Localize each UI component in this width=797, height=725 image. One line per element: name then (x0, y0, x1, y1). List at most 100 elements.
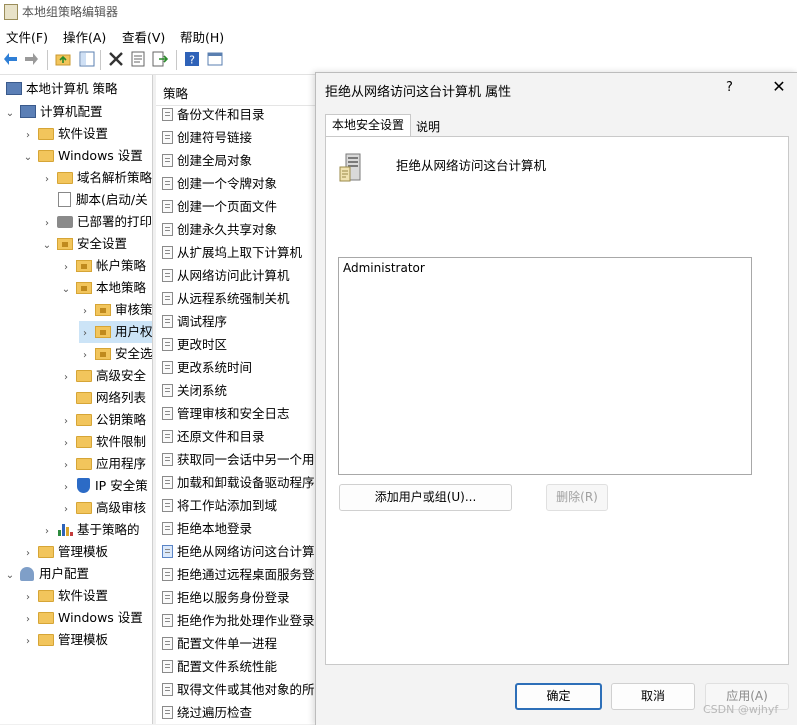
chevron-right-icon[interactable]: › (41, 521, 53, 543)
ok-button[interactable]: 确定 (515, 683, 602, 710)
policy-list-item[interactable]: 还原文件和目录 (162, 426, 265, 448)
tree-node-dns-policy[interactable]: › 域名解析策略 (41, 167, 152, 189)
tree-node-user-software-settings[interactable]: › 软件设置 (22, 585, 108, 607)
policy-list-item[interactable]: 创建永久共享对象 (162, 219, 277, 241)
tab-explain[interactable]: 说明 (410, 117, 446, 137)
chevron-right-icon[interactable]: › (60, 411, 72, 433)
chevron-right-icon[interactable]: › (41, 213, 53, 235)
tree-node-local-policy[interactable]: 本地计算机 策略 (2, 78, 117, 100)
policy-list-item[interactable]: 获取同一会话中另一个用 (162, 449, 315, 471)
tree-node-policy-based-qos[interactable]: › 基于策略的 (41, 519, 140, 541)
policy-list-item[interactable]: 创建一个令牌对象 (162, 173, 277, 195)
policy-list-item[interactable]: 更改时区 (162, 334, 227, 356)
add-user-or-group-button[interactable]: 添加用户或组(U)... (339, 484, 512, 511)
tree-node-scripts[interactable]: 脚本(启动/关 (53, 189, 148, 211)
tree-node-network-list[interactable]: 网络列表 (72, 387, 146, 409)
chevron-right-icon[interactable]: › (41, 169, 53, 191)
properties-icon[interactable] (130, 51, 146, 67)
column-header-policy[interactable]: 策略 (163, 83, 188, 102)
tree-node-windows-settings[interactable]: ⌄ Windows 设置 (22, 145, 143, 167)
forward-arrow-icon[interactable] (23, 51, 39, 67)
chevron-right-icon[interactable]: › (79, 345, 91, 367)
menu-view[interactable]: 查看(V) (122, 27, 165, 46)
menu-action[interactable]: 操作(A) (63, 27, 106, 46)
policy-list-item[interactable]: 拒绝通过远程桌面服务登 (162, 564, 315, 586)
help-icon[interactable]: ? (184, 51, 200, 67)
chevron-right-icon[interactable]: › (22, 631, 34, 653)
chevron-right-icon[interactable]: › (79, 301, 91, 323)
policy-list-item[interactable]: 取得文件或其他对象的所 (162, 679, 315, 701)
policy-list-item[interactable]: 拒绝从网络访问这台计算 (162, 541, 315, 563)
chevron-right-icon[interactable]: › (60, 455, 72, 477)
policy-list-item[interactable]: 配置文件系统性能 (162, 656, 277, 678)
policy-list-item[interactable]: 从网络访问此计算机 (162, 265, 290, 287)
tree-node-printers[interactable]: › 已部署的打印 (41, 211, 152, 233)
tree-node-advanced-audit[interactable]: › 高级审核 (60, 497, 146, 519)
chevron-right-icon[interactable]: › (79, 323, 91, 345)
policy-list-item[interactable]: 创建符号链接 (162, 127, 252, 149)
tree-node-public-key[interactable]: › 公钥策略 (60, 409, 146, 431)
help-button[interactable]: ? (726, 80, 733, 95)
policy-list-item[interactable]: 拒绝作为批处理作业登录 (162, 610, 315, 632)
chevron-down-icon[interactable]: ⌄ (22, 147, 34, 169)
tree-node-application-control[interactable]: › 应用程序 (60, 453, 146, 475)
tree-pane[interactable]: 本地计算机 策略 ⌄ 计算机配置 › 软件设置 ⌄ Windows 设置 › 域名解析策… (0, 75, 153, 724)
tree-node-user-windows-settings[interactable]: › Windows 设置 (22, 607, 143, 629)
tab-local-security-setting[interactable]: 本地安全设置 (325, 114, 412, 138)
tree-node-user-admin-templates[interactable]: › 管理模板 (22, 629, 108, 651)
cancel-button[interactable]: 取消 (611, 683, 695, 710)
tree-node-software-restriction[interactable]: › 软件限制 (60, 431, 146, 453)
policy-list-item[interactable]: 创建全局对象 (162, 150, 252, 172)
policy-list-pane[interactable]: 策略 备份文件和目录 创建符号链接 创建全局对象 创建一个令牌对象 创建一个页面文件 创建… (156, 75, 316, 724)
chevron-down-icon[interactable]: ⌄ (4, 565, 16, 587)
back-arrow-icon[interactable] (3, 51, 19, 67)
policy-list-item[interactable]: 加载和卸载设备驱动程序 (162, 472, 315, 494)
up-folder-icon[interactable] (55, 51, 71, 67)
chevron-right-icon[interactable]: › (22, 609, 34, 631)
policy-list-item[interactable]: 更改系统时间 (162, 357, 252, 379)
tree-node-local-policies[interactable]: ⌄ 本地策略 (60, 277, 146, 299)
tree-node-security-settings[interactable]: ⌄ 安全设置 (41, 233, 127, 255)
tree-node-advanced-security[interactable]: › 高级安全 (60, 365, 146, 387)
chevron-down-icon[interactable]: ⌄ (4, 103, 16, 125)
tree-node-account-policy[interactable]: › 帐户策略 (60, 255, 146, 277)
policy-list-item[interactable]: 绕过遍历检查 (162, 702, 252, 724)
chevron-down-icon[interactable]: ⌄ (60, 279, 72, 301)
policy-list-item[interactable]: 关闭系统 (162, 380, 227, 402)
show-tree-icon[interactable] (79, 51, 95, 67)
policy-list-item[interactable]: 管理审核和安全日志 (162, 403, 290, 425)
policy-list-item[interactable]: 拒绝本地登录 (162, 518, 252, 540)
tree-node-computer-config[interactable]: ⌄ 计算机配置 (4, 101, 103, 123)
policy-list-item[interactable]: 将工作站添加到域 (162, 495, 277, 517)
policy-list-item[interactable]: 创建一个页面文件 (162, 196, 277, 218)
policy-list-item[interactable]: 调试程序 (162, 311, 227, 333)
tree-node-admin-templates[interactable]: › 管理模板 (22, 541, 108, 563)
chevron-right-icon[interactable]: › (60, 257, 72, 279)
console-icon[interactable] (207, 51, 223, 67)
tree-node-software-settings[interactable]: › 软件设置 (22, 123, 108, 145)
user-entry[interactable]: Administrator (343, 261, 425, 275)
tree-node-security-options[interactable]: › 安全选 (79, 343, 152, 367)
chevron-right-icon[interactable]: › (60, 477, 72, 499)
user-list-box[interactable]: Administrator (338, 257, 752, 475)
tree-node-user-rights[interactable]: › 用户权 (79, 321, 152, 345)
tree-node-ip-security[interactable]: › IP 安全策 (60, 475, 148, 497)
tree-node-audit-policy[interactable]: › 审核策 (79, 299, 152, 323)
close-button[interactable]: ✕ (768, 77, 790, 96)
policy-list-item[interactable]: 拒绝以服务身份登录 (162, 587, 290, 609)
chevron-right-icon[interactable]: › (60, 433, 72, 455)
policy-list-item[interactable]: 从扩展坞上取下计算机 (162, 242, 302, 264)
policy-list-item[interactable]: 备份文件和目录 (162, 104, 265, 126)
chevron-right-icon[interactable]: › (22, 543, 34, 565)
policy-list-item[interactable]: 从远程系统强制关机 (162, 288, 290, 310)
tree-node-user-config[interactable]: ⌄ 用户配置 (4, 563, 89, 585)
delete-icon[interactable] (108, 51, 124, 67)
remove-button[interactable]: 删除(R) (546, 484, 608, 511)
policy-list-item[interactable]: 配置文件单一进程 (162, 633, 277, 655)
export-list-icon[interactable] (152, 51, 168, 67)
chevron-right-icon[interactable]: › (60, 367, 72, 389)
chevron-right-icon[interactable]: › (60, 499, 72, 521)
chevron-right-icon[interactable]: › (22, 125, 34, 147)
chevron-right-icon[interactable]: › (22, 587, 34, 609)
chevron-down-icon[interactable]: ⌄ (41, 235, 53, 257)
